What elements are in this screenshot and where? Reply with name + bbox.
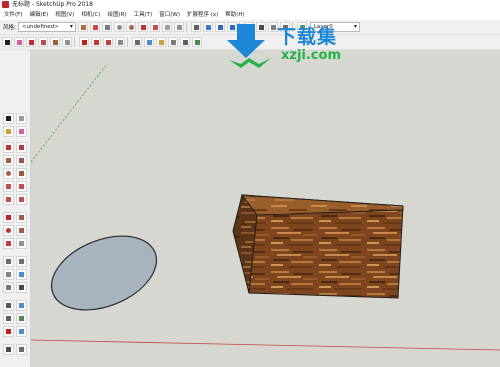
make-component-icon[interactable] [16, 113, 27, 124]
text-tool-icon[interactable] [16, 269, 27, 280]
watermark: 下载集 xzji.com [225, 22, 355, 70]
polygon-tool-icon[interactable] [16, 168, 27, 179]
orbit-tool-icon[interactable] [3, 300, 14, 311]
top-view-icon[interactable] [214, 22, 225, 32]
arc-tool-side-icon[interactable] [3, 181, 14, 192]
pan-tool-icon[interactable] [16, 300, 27, 311]
title-bar: 无标题 - SketchUp Pro 2018 [0, 0, 500, 10]
menu-help[interactable]: 帮助(H) [221, 10, 247, 20]
scale-tool-icon[interactable] [3, 238, 14, 249]
dimension-icon[interactable] [16, 256, 27, 267]
zoom-extents-tool-icon[interactable] [3, 326, 14, 337]
menu-window[interactable]: 窗口(W) [155, 10, 183, 20]
move-icon[interactable] [79, 37, 89, 47]
window-title: 无标题 - SketchUp Pro 2018 [12, 1, 93, 8]
wireframe-style-icon[interactable] [89, 22, 100, 32]
text-icon[interactable] [144, 37, 154, 47]
menu-file[interactable]: 文件(F) [0, 10, 25, 20]
freehand-icon[interactable] [149, 22, 160, 32]
rectangle-tool-icon[interactable] [3, 155, 14, 166]
zoom-extents-icon[interactable] [192, 37, 202, 47]
protractor-icon[interactable] [173, 22, 184, 32]
menu-tools[interactable]: 工具(T) [130, 10, 156, 20]
rectangle-icon[interactable] [50, 37, 60, 47]
xray-icon[interactable] [113, 22, 124, 32]
rotate-tool-icon[interactable] [3, 225, 14, 236]
pushpull-tool-icon[interactable] [16, 212, 27, 223]
tape-measure-tool-icon[interactable] [3, 256, 14, 267]
line-tool-icon[interactable] [3, 142, 14, 153]
large-tool-set [0, 50, 31, 367]
zoom-window-icon[interactable] [16, 313, 27, 324]
look-around-icon[interactable] [16, 344, 27, 355]
shaded-style-icon[interactable] [77, 22, 88, 32]
protractor-tool-icon[interactable] [3, 269, 14, 280]
eraser-tool-icon[interactable] [16, 126, 27, 137]
previous-view-icon[interactable] [16, 326, 27, 337]
two-point-arc-icon[interactable] [16, 181, 27, 192]
style-label: 风格: [3, 25, 16, 31]
polygon-icon[interactable] [161, 22, 172, 32]
3d-text-icon[interactable] [16, 282, 27, 293]
eraser-icon[interactable] [14, 37, 24, 47]
circle-tool-icon[interactable] [3, 168, 14, 179]
menu-bar: 文件(F) 编辑(E) 视图(V) 相机(C) 绘图(R) 工具(T) 窗口(W… [0, 10, 500, 20]
select-icon[interactable] [2, 37, 12, 47]
axes-tool-icon[interactable] [3, 282, 14, 293]
hidden-line-icon[interactable] [101, 22, 112, 32]
menu-draw[interactable]: 绘图(R) [103, 10, 129, 20]
move-tool-icon[interactable] [3, 212, 14, 223]
scene-canvas [31, 63, 500, 351]
position-camera-icon[interactable] [3, 344, 14, 355]
red-axis [31, 339, 500, 351]
menu-view[interactable]: 视图(V) [51, 10, 77, 20]
green-axis [31, 63, 108, 163]
menu-extensions[interactable]: 扩展程序 (x) [183, 10, 221, 20]
modeling-viewport[interactable] [31, 50, 500, 367]
watermark-url: xzji.com [281, 48, 341, 63]
rotated-rectangle-icon[interactable] [16, 155, 27, 166]
freehand-tool-icon[interactable] [16, 142, 27, 153]
pie-icon[interactable] [16, 194, 27, 205]
iso-view-icon[interactable] [202, 22, 213, 32]
download-arrow-icon [227, 24, 271, 68]
zoom-icon[interactable] [180, 37, 190, 47]
menu-edit[interactable]: 编辑(E) [25, 10, 51, 20]
ellipse-face[interactable] [41, 222, 168, 324]
menu-camera[interactable]: 相机(C) [77, 10, 103, 20]
offset-tool-icon[interactable] [16, 238, 27, 249]
scale-icon[interactable] [103, 37, 113, 47]
orbit-icon[interactable] [190, 22, 201, 32]
tape-measure-icon[interactable] [132, 37, 142, 47]
three-point-arc-icon[interactable] [3, 194, 14, 205]
paint-tool-icon[interactable] [3, 126, 14, 137]
follow-me-icon[interactable] [16, 225, 27, 236]
textured-icon[interactable] [125, 22, 136, 32]
arc-icon[interactable] [137, 22, 148, 32]
pushpull-icon[interactable] [62, 37, 72, 47]
style-dropdown[interactable]: <undefined> [17, 22, 76, 32]
box-front-face[interactable] [248, 205, 404, 299]
line-icon[interactable] [26, 37, 36, 47]
arc-tool-icon[interactable] [38, 37, 48, 47]
select-tool-icon[interactable] [3, 113, 14, 124]
watermark-text: 下载集 [277, 26, 338, 48]
axes-icon[interactable] [168, 37, 178, 47]
zoom-tool-icon[interactable] [3, 313, 14, 324]
rotate-icon[interactable] [91, 37, 101, 47]
offset-icon[interactable] [115, 37, 125, 47]
sketchup-logo-icon [2, 1, 9, 8]
paint-bucket-icon[interactable] [156, 37, 166, 47]
